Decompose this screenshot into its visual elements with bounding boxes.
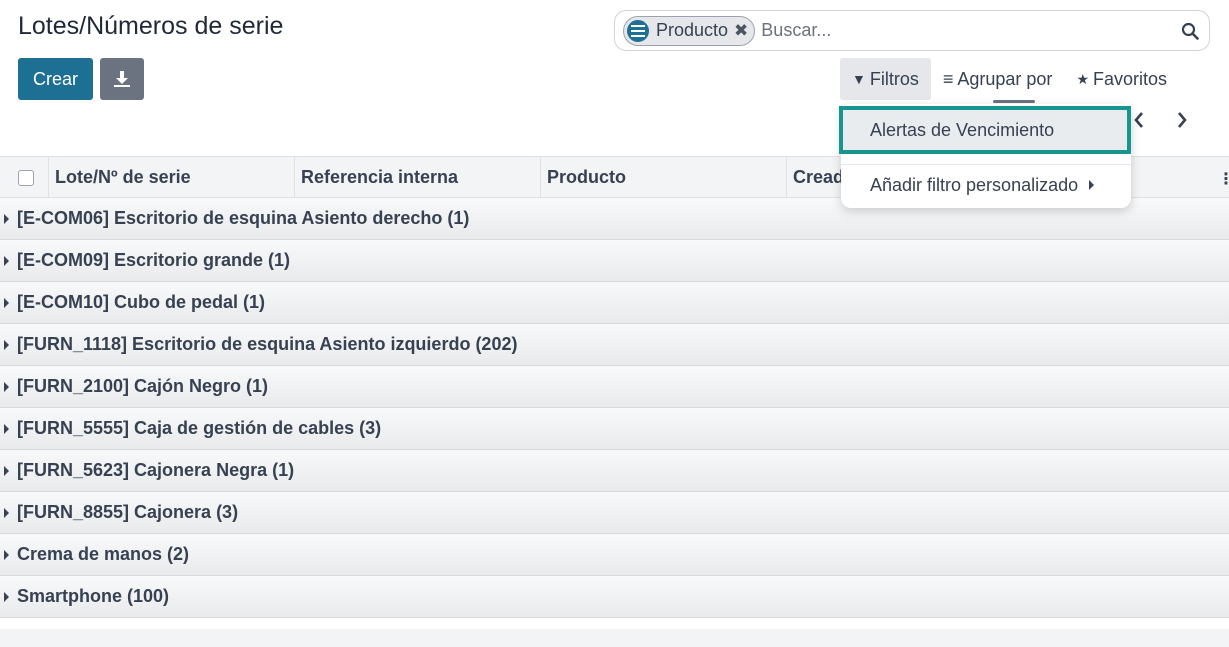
group-label: Smartphone (100) [17, 586, 170, 606]
group-row[interactable]: Crema de manos (2) [0, 534, 1229, 576]
dropdown-divider [841, 164, 1131, 165]
search-icon[interactable] [1179, 20, 1201, 42]
group-label: [E-COM06] Escritorio de esquina Asiento … [17, 208, 470, 228]
group-label: [FURN_5555] Caja de gestión de cables (3… [17, 418, 382, 438]
groupby-label: Agrupar por [957, 68, 1053, 89]
caret-right-icon [4, 465, 9, 476]
column-header-product[interactable]: Producto [540, 157, 786, 197]
filters-label: Filtros [869, 68, 919, 89]
caret-right-icon [4, 339, 9, 350]
star-icon: ★ [1076, 70, 1089, 87]
group-row[interactable]: [FURN_5623] Cajonera Negra (1) [0, 450, 1229, 492]
group-label: [FURN_8855] Cajonera (3) [17, 502, 239, 522]
search-facet: Producto ✖ [623, 15, 756, 46]
group-row[interactable]: [FURN_2100] Cajón Negro (1) [0, 366, 1229, 408]
list-icon [625, 17, 651, 44]
group-label: [FURN_2100] Cajón Negro (1) [17, 376, 269, 396]
filter-option-expiration-alerts[interactable]: Alertas de Vencimiento [839, 106, 1131, 154]
caret-right-icon [4, 381, 9, 392]
filters-dropdown: Alertas de Vencimiento Añadir filtro per… [839, 104, 1131, 208]
chevron-left-icon [1134, 112, 1143, 128]
favorites-button[interactable]: ★ Favoritos [1064, 58, 1179, 100]
pager-previous-button[interactable] [1129, 107, 1149, 133]
list-footer [0, 629, 1229, 647]
optional-columns-icon[interactable]: ⋮ [1218, 169, 1229, 189]
groupby-button[interactable]: ≡ Agrupar por [931, 58, 1065, 100]
select-all-checkbox[interactable] [18, 170, 34, 186]
caret-right-icon [4, 255, 9, 266]
caret-right-icon [4, 549, 9, 560]
caret-right-icon [4, 297, 9, 308]
caret-right-icon [4, 423, 9, 434]
group-label: [FURN_1118] Escritorio de esquina Asient… [17, 334, 518, 354]
add-custom-filter-option[interactable]: Añadir filtro personalizado [841, 166, 1131, 204]
caret-right-icon [1089, 180, 1095, 190]
group-row[interactable]: [FURN_5555] Caja de gestión de cables (3… [0, 408, 1229, 450]
create-button[interactable]: Crear [18, 58, 93, 100]
pager-next-button[interactable] [1172, 107, 1192, 133]
chevron-right-icon [1178, 112, 1187, 128]
column-header-internal-ref[interactable]: Referencia interna [294, 157, 540, 197]
caret-right-icon [4, 507, 9, 518]
caret-right-icon [4, 213, 9, 224]
group-row[interactable]: [E-COM09] Escritorio grande (1) [0, 240, 1229, 282]
facet-remove-icon[interactable]: ✖ [734, 21, 748, 41]
search-bar: Producto ✖ [614, 10, 1210, 51]
download-icon [114, 71, 130, 87]
group-rows: [E-COM06] Escritorio de esquina Asiento … [0, 198, 1229, 618]
group-row[interactable]: Smartphone (100) [0, 576, 1229, 618]
group-label: [FURN_5623] Cajonera Negra (1) [17, 460, 295, 480]
groupby-icon: ≡ [942, 68, 954, 89]
filter-icon: ▼ [852, 71, 866, 87]
group-row[interactable]: [E-COM10] Cubo de pedal (1) [0, 282, 1229, 324]
groupby-indicator [993, 100, 1035, 103]
group-label: [E-COM09] Escritorio grande (1) [17, 250, 291, 270]
favorites-label: Favoritos [1093, 68, 1168, 89]
add-custom-filter-label: Añadir filtro personalizado [870, 174, 1079, 195]
group-row[interactable]: [FURN_8855] Cajonera (3) [0, 492, 1229, 534]
filters-button[interactable]: ▼ Filtros [840, 58, 931, 100]
group-label: [E-COM10] Cubo de pedal (1) [17, 292, 266, 312]
caret-right-icon [4, 591, 9, 602]
facet-label: Producto [656, 20, 729, 40]
download-button[interactable] [100, 58, 144, 100]
page-title: Lotes/Números de serie [18, 12, 284, 40]
group-row[interactable]: [FURN_1118] Escritorio de esquina Asient… [0, 324, 1229, 366]
search-panel-toolbar: ▼ Filtros ≡ Agrupar por ★ Favoritos [840, 58, 1179, 100]
group-label: Crema de manos (2) [17, 544, 190, 564]
column-header-lot[interactable]: Lote/Nº de serie [48, 157, 294, 197]
search-input[interactable] [761, 20, 1179, 41]
